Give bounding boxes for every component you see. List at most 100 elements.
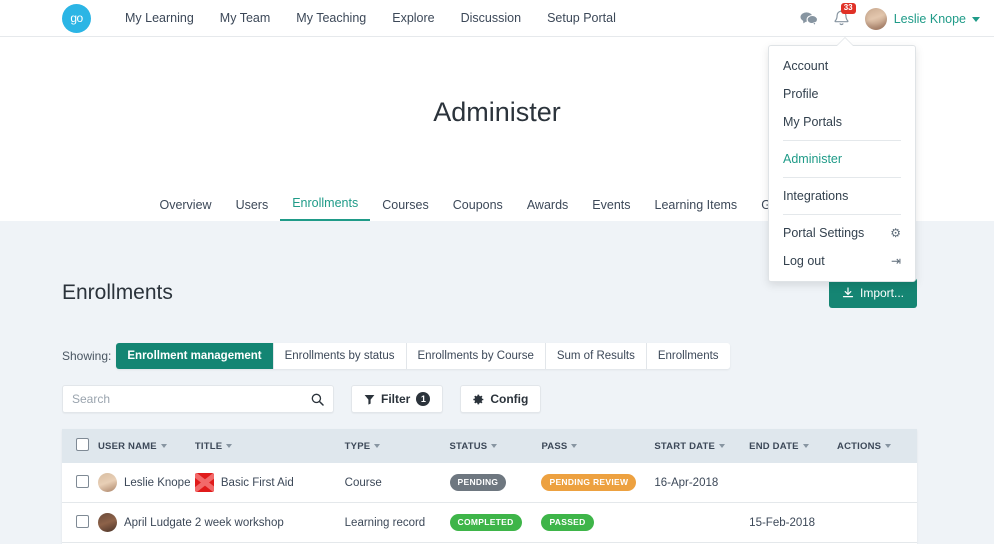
cell-user-name: Leslie Knope xyxy=(97,463,195,503)
column-header-actions-label: ACTIONS xyxy=(837,440,882,452)
nav-link-explore[interactable]: Explore xyxy=(379,11,447,25)
select-all-checkbox[interactable] xyxy=(76,438,89,451)
segment-enrollments[interactable]: Enrollments xyxy=(646,343,730,369)
row-select-cell xyxy=(62,502,98,543)
tab-coupons[interactable]: Coupons xyxy=(441,198,515,221)
sort-caret-icon xyxy=(374,443,381,448)
filter-button-label: Filter xyxy=(381,392,411,406)
tab-awards[interactable]: Awards xyxy=(515,198,580,221)
avatar xyxy=(97,513,117,532)
nav-link-my-learning[interactable]: My Learning xyxy=(112,11,207,25)
tab-courses[interactable]: Courses xyxy=(370,198,441,221)
nav-link-discussion[interactable]: Discussion xyxy=(448,11,534,25)
tab-learning-items[interactable]: Learning Items xyxy=(643,198,750,221)
table-header-row: USER NAME TITLE TYPE STATUS PASS START D… xyxy=(62,429,917,463)
segment-enrollments-by-course[interactable]: Enrollments by Course xyxy=(406,343,546,369)
table-row[interactable]: April Ludgate 2 week workshop Learning r… xyxy=(62,502,917,543)
menu-item-integrations-label: Integrations xyxy=(783,189,849,203)
cell-status: PENDING xyxy=(449,463,542,503)
view-segmented-control: Enrollment management Enrollments by sta… xyxy=(116,343,730,369)
menu-item-account[interactable]: Account xyxy=(769,52,915,80)
filter-count-badge: 1 xyxy=(416,392,431,406)
course-thumbnail-icon xyxy=(194,473,214,492)
menu-item-my-portals[interactable]: My Portals xyxy=(769,108,915,136)
segment-enrollment-management[interactable]: Enrollment management xyxy=(116,343,274,369)
messages-icon[interactable] xyxy=(800,11,818,27)
menu-item-profile-label: Profile xyxy=(783,87,819,101)
primary-nav-links: My Learning My Team My Teaching Explore … xyxy=(112,11,629,25)
menu-item-administer[interactable]: Administer xyxy=(769,145,915,173)
select-all-header xyxy=(62,429,98,463)
cell-user-name-label: Leslie Knope xyxy=(123,476,191,489)
cell-actions[interactable] xyxy=(837,502,917,543)
import-button[interactable]: Import... xyxy=(828,278,917,308)
column-header-status[interactable]: STATUS xyxy=(449,429,542,463)
app-logo-text: go xyxy=(70,11,83,25)
search-box[interactable] xyxy=(62,385,334,413)
menu-item-integrations[interactable]: Integrations xyxy=(769,182,915,210)
nav-link-my-team[interactable]: My Team xyxy=(207,11,283,25)
menu-item-profile[interactable]: Profile xyxy=(769,80,915,108)
column-header-user-name-label: USER NAME xyxy=(97,440,157,452)
tab-enrollments[interactable]: Enrollments xyxy=(280,196,371,221)
column-header-status-label: STATUS xyxy=(449,440,488,452)
menu-divider-2 xyxy=(783,177,901,178)
download-icon xyxy=(842,287,854,298)
column-header-type[interactable]: TYPE xyxy=(344,429,450,463)
config-button-label: Config xyxy=(490,392,529,406)
menu-item-portal-settings[interactable]: Portal Settings ⚙ xyxy=(769,219,915,247)
row-checkbox[interactable] xyxy=(76,514,89,528)
logout-icon: ⇥ xyxy=(890,254,901,268)
column-header-end-date[interactable]: END DATE xyxy=(749,429,838,463)
avatar xyxy=(97,473,117,492)
column-header-title[interactable]: TITLE xyxy=(194,429,345,463)
cell-actions[interactable] xyxy=(837,463,917,503)
app-logo[interactable]: go xyxy=(62,3,91,33)
column-header-start-date-label: START DATE xyxy=(654,440,716,452)
table-row[interactable]: Leslie Knope Basic First Aid Course PEND… xyxy=(62,463,917,503)
search-input[interactable] xyxy=(72,392,311,406)
column-header-end-date-label: END DATE xyxy=(749,440,799,452)
cell-type: Learning record xyxy=(344,502,450,543)
menu-item-log-out[interactable]: Log out ⇥ xyxy=(769,247,915,275)
cell-end-date: 15-Feb-2018 xyxy=(749,502,838,543)
sort-caret-icon xyxy=(571,443,578,448)
column-header-title-label: TITLE xyxy=(194,440,223,452)
menu-item-my-portals-label: My Portals xyxy=(783,115,843,129)
cell-pass: PENDING REVIEW xyxy=(541,463,655,503)
user-menu-trigger[interactable]: Leslie Knope xyxy=(894,12,980,26)
user-dropdown-menu: Account Profile My Portals Administer In… xyxy=(768,37,916,282)
config-button[interactable]: Config xyxy=(460,385,542,413)
menu-divider-1 xyxy=(783,140,901,141)
column-header-user-name[interactable]: USER NAME xyxy=(97,429,195,463)
column-header-pass[interactable]: PASS xyxy=(541,429,655,463)
cell-title-label: Basic First Aid xyxy=(220,476,294,489)
cell-type: Course xyxy=(344,463,450,503)
import-button-label: Import... xyxy=(859,286,904,300)
section-title: Enrollments xyxy=(62,281,173,304)
cell-end-date xyxy=(749,463,838,503)
column-header-start-date[interactable]: START DATE xyxy=(654,429,750,463)
tab-overview[interactable]: Overview xyxy=(147,198,223,221)
gear-icon: ⚙ xyxy=(890,226,901,240)
table-toolbar: Filter 1 Config xyxy=(0,385,994,413)
tab-events[interactable]: Events xyxy=(580,198,642,221)
row-checkbox[interactable] xyxy=(76,474,89,488)
menu-divider-3 xyxy=(783,214,901,215)
sort-caret-icon xyxy=(160,443,167,448)
filter-button[interactable]: Filter 1 xyxy=(351,385,444,413)
avatar[interactable] xyxy=(864,7,887,30)
nav-link-my-teaching[interactable]: My Teaching xyxy=(283,11,379,25)
segment-sum-of-results[interactable]: Sum of Results xyxy=(545,343,647,369)
tab-users[interactable]: Users xyxy=(224,198,281,221)
column-header-actions[interactable]: ACTIONS xyxy=(837,429,917,463)
notifications-icon[interactable]: 33 xyxy=(834,3,856,27)
nav-link-setup-portal[interactable]: Setup Portal xyxy=(534,11,629,25)
segment-enrollments-by-status[interactable]: Enrollments by status xyxy=(273,343,407,369)
menu-item-account-label: Account xyxy=(783,59,829,73)
cell-title: Basic First Aid xyxy=(194,463,345,503)
user-name-label: Leslie Knope xyxy=(893,11,966,26)
cell-start-date xyxy=(654,502,750,543)
showing-label: Showing: xyxy=(62,349,112,363)
gear-icon xyxy=(473,394,484,404)
